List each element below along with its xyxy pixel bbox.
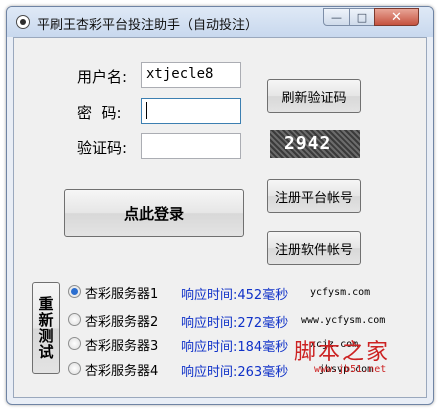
server-radio-1[interactable] xyxy=(68,285,81,298)
title-bar[interactable]: 平刷王杏彩平台投注助手（自动投注） — □ ✕ xyxy=(7,7,433,37)
captcha-input[interactable] xyxy=(141,133,241,159)
server-response-time: 响应时间:272毫秒 xyxy=(181,316,289,331)
server-response-time: 响应时间:263毫秒 xyxy=(181,365,289,380)
app-logo-icon xyxy=(16,15,30,29)
server-radio-2[interactable] xyxy=(68,313,81,326)
app-window: 平刷王杏彩平台投注助手（自动投注） — □ ✕ 用户名: xtjecle8 密 … xyxy=(6,6,434,405)
register-software-button[interactable]: 注册软件帐号 xyxy=(267,231,361,265)
server-name: 杏彩服务器4 xyxy=(85,364,159,379)
server-name: 杏彩服务器2 xyxy=(85,315,159,330)
minimize-button[interactable]: — xyxy=(323,8,350,26)
text-caret xyxy=(146,102,147,119)
maximize-button[interactable]: □ xyxy=(349,8,375,26)
client-area: 用户名: xtjecle8 密 码: 验证码: 刷新验证码 2942 注册平台帐… xyxy=(13,37,427,398)
server-url: ycfysm.com xyxy=(310,287,371,298)
username-input[interactable]: xtjecle8 xyxy=(141,62,241,88)
watermark-text: 脚本之家 xyxy=(294,340,391,365)
close-button[interactable]: ✕ xyxy=(374,8,419,26)
server-url: www.ycfysm.com xyxy=(301,315,386,326)
username-label: 用户名: xyxy=(77,68,128,86)
server-radio-3[interactable] xyxy=(68,337,81,350)
server-response-time: 响应时间:184毫秒 xyxy=(181,340,289,355)
refresh-captcha-button[interactable]: 刷新验证码 xyxy=(267,79,361,113)
password-label: 密 码: xyxy=(77,104,122,122)
server-response-time: 响应时间:452毫秒 xyxy=(181,288,289,303)
password-input[interactable] xyxy=(141,98,241,124)
login-button[interactable]: 点此登录 xyxy=(64,189,244,237)
retest-button[interactable]: 重新测试 xyxy=(32,282,60,374)
captcha-label: 验证码: xyxy=(77,139,128,157)
server-name: 杏彩服务器3 xyxy=(85,339,159,354)
captcha-image[interactable]: 2942 xyxy=(270,130,360,158)
window-title: 平刷王杏彩平台投注助手（自动投注） xyxy=(37,18,259,33)
server-radio-4[interactable] xyxy=(68,362,81,375)
captcha-image-text: 2942 xyxy=(284,133,332,154)
watermark-url: www.jb51.net xyxy=(314,364,387,375)
register-platform-button[interactable]: 注册平台帐号 xyxy=(267,179,361,213)
server-name: 杏彩服务器1 xyxy=(85,287,159,302)
